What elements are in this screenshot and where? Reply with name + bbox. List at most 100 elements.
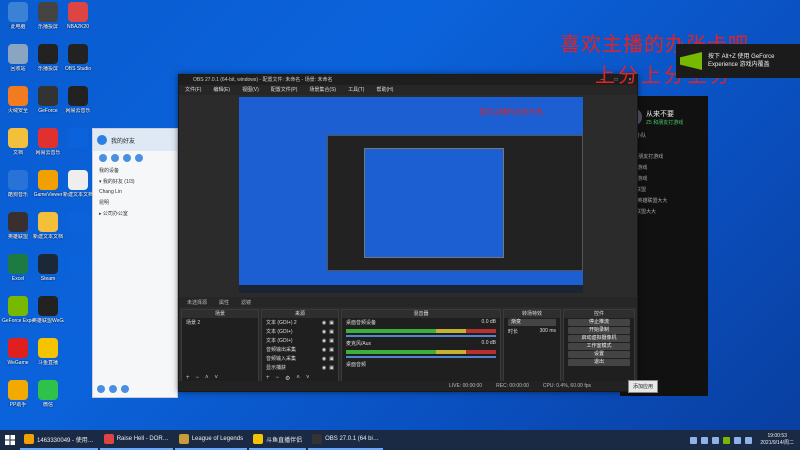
desktop-icon[interactable]: 火绒安全 bbox=[2, 86, 34, 114]
start-button[interactable] bbox=[0, 430, 20, 450]
visibility-icon[interactable]: ◉ bbox=[322, 356, 326, 362]
visibility-icon[interactable]: ◉ bbox=[322, 347, 326, 353]
desktop-icon[interactable] bbox=[62, 212, 94, 234]
visibility-icon[interactable]: ◉ bbox=[322, 338, 326, 344]
lock-icon[interactable]: ▣ bbox=[329, 347, 334, 353]
control-button[interactable]: 设置 bbox=[568, 351, 630, 358]
obs-preview[interactable]: 喜欢主播的办张卡吧。 bbox=[239, 97, 583, 293]
desktop-icon[interactable]: OBS Studio bbox=[62, 44, 94, 72]
visibility-icon[interactable]: ◉ bbox=[322, 365, 326, 371]
source-label: 音频输出采集 bbox=[266, 347, 297, 353]
menu-item[interactable]: 视图(V) bbox=[242, 85, 259, 95]
menu-item[interactable]: 编辑(E) bbox=[213, 85, 230, 95]
source-item[interactable]: 音频输入采集 ◉ ▣ bbox=[262, 354, 338, 363]
desktop-icon[interactable]: 网易云音乐 bbox=[62, 86, 94, 114]
transition-select[interactable]: 渐变 bbox=[508, 319, 556, 326]
taskbar-item[interactable]: League of Legends bbox=[174, 430, 248, 450]
lock-icon[interactable]: ▣ bbox=[329, 338, 334, 344]
taskbar-label: League of Legends bbox=[191, 436, 244, 442]
space-icon[interactable] bbox=[123, 154, 131, 162]
desktop-icon[interactable]: 微信 bbox=[32, 380, 64, 408]
visibility-icon[interactable]: ◉ bbox=[322, 320, 326, 326]
source-item[interactable]: 音频输出采集 ◉ ▣ bbox=[262, 345, 338, 354]
desktop-icon[interactable]: GameViewer bbox=[32, 170, 64, 198]
desktop-icon[interactable]: 乐播投屏 bbox=[32, 44, 64, 72]
control-button[interactable]: 工作室模式 bbox=[568, 343, 630, 350]
desktop-icon[interactable]: 酷狗音乐 bbox=[2, 170, 34, 198]
control-button[interactable]: 退出 bbox=[568, 359, 630, 366]
desktop-icon[interactable]: NBA2K20 bbox=[62, 2, 94, 30]
source-item[interactable]: 文本 (GDI+) ◉ ▣ bbox=[262, 327, 338, 336]
contacts-icon[interactable] bbox=[99, 154, 107, 162]
control-button[interactable]: 停止推流 bbox=[568, 319, 630, 326]
filters-button[interactable]: 滤镜 bbox=[241, 299, 251, 306]
app-icon bbox=[38, 2, 58, 22]
taskbar-item[interactable]: 1463330049 - 使用… bbox=[20, 430, 98, 450]
taskbar-item[interactable]: 斗鱼直播伴侣 bbox=[249, 430, 307, 450]
menu-icon[interactable] bbox=[97, 385, 105, 393]
visibility-icon[interactable]: ◉ bbox=[322, 329, 326, 335]
menu-item[interactable]: 场景集合(S) bbox=[309, 85, 336, 95]
tray-icon[interactable] bbox=[690, 436, 698, 444]
duration-value[interactable]: 300 ms bbox=[540, 328, 556, 335]
tray-icon[interactable] bbox=[712, 436, 720, 444]
contact-item[interactable]: 我的设备 bbox=[93, 165, 177, 176]
menu-item[interactable]: 帮助(H) bbox=[376, 85, 393, 95]
desktop-icon[interactable]: 文档 bbox=[2, 128, 34, 156]
desktop-icon[interactable] bbox=[62, 128, 94, 150]
desktop-icon[interactable]: 英雄联盟 bbox=[2, 212, 34, 240]
menu-item[interactable]: 文件(F) bbox=[185, 85, 201, 95]
scene-item[interactable]: 场景 2 bbox=[182, 318, 258, 327]
desktop-icon[interactable]: Steam bbox=[32, 254, 64, 282]
volume-slider[interactable] bbox=[346, 335, 496, 337]
desktop-icon[interactable]: WeGame bbox=[2, 338, 34, 366]
settings-icon[interactable] bbox=[109, 385, 117, 393]
lock-icon[interactable]: ▣ bbox=[329, 320, 334, 326]
desktop-icon[interactable]: 此电脑 bbox=[2, 2, 34, 30]
mail-icon[interactable] bbox=[135, 154, 143, 162]
desktop-icon[interactable] bbox=[62, 254, 94, 276]
volume-icon[interactable] bbox=[745, 436, 753, 444]
taskbar-item[interactable]: Raise Hell - DOR… bbox=[99, 430, 173, 450]
desktop-icon[interactable] bbox=[62, 296, 94, 318]
desktop-icon[interactable]: 回收站 bbox=[2, 44, 34, 72]
qq-avatar-icon[interactable] bbox=[97, 135, 107, 145]
desktop-icon[interactable]: 英雄联盟WeGame bbox=[32, 296, 64, 324]
desktop-icon[interactable] bbox=[62, 380, 94, 402]
contact-item[interactable]: Chang Lin bbox=[93, 187, 177, 197]
desktop-icon[interactable]: Excel bbox=[2, 254, 34, 282]
group-icon[interactable] bbox=[111, 154, 119, 162]
lock-icon[interactable]: ▣ bbox=[329, 356, 334, 362]
menu-item[interactable]: 工具(T) bbox=[348, 85, 364, 95]
desktop-icon[interactable]: 新建文本文档 bbox=[62, 170, 94, 198]
lock-icon[interactable]: ▣ bbox=[329, 329, 334, 335]
desktop-icon[interactable]: 网易云音乐 bbox=[32, 128, 64, 156]
properties-button[interactable]: 属性 bbox=[219, 299, 229, 306]
apps-icon[interactable] bbox=[121, 385, 129, 393]
desktop-icon[interactable]: GeForce Experience bbox=[2, 296, 34, 324]
desktop-icon[interactable]: GeForce bbox=[32, 86, 64, 114]
nvidia-tray-icon[interactable] bbox=[723, 436, 731, 444]
desktop-icon[interactable]: 斗鱼直播 bbox=[32, 338, 64, 366]
desktop-icon[interactable]: 新建文本文档 bbox=[32, 212, 64, 240]
tray-icon[interactable] bbox=[701, 436, 709, 444]
network-icon[interactable] bbox=[734, 436, 742, 444]
source-label: 文本 (GDI+) 2 bbox=[266, 320, 297, 326]
source-item[interactable]: 文本 (GDI+) 2 ◉ ▣ bbox=[262, 318, 338, 327]
volume-slider[interactable] bbox=[346, 356, 496, 358]
control-button[interactable]: 启动虚拟摄像机 bbox=[568, 335, 630, 342]
desktop-icon[interactable] bbox=[62, 338, 94, 360]
menu-item[interactable]: 配置文件(P) bbox=[271, 85, 298, 95]
contact-item[interactable]: 昆明 bbox=[93, 197, 177, 208]
taskbar-label: Raise Hell - DOR… bbox=[116, 436, 169, 442]
source-item[interactable]: 文本 (GDI+) ◉ ▣ bbox=[262, 336, 338, 345]
clock[interactable]: 19:00:53 2021/9/14/周二 bbox=[760, 433, 794, 447]
desktop-icon[interactable]: PP助手 bbox=[2, 380, 34, 408]
desktop-icon[interactable]: 乐播投屏 bbox=[32, 2, 64, 30]
source-item[interactable]: 显示捕获 ◉ ▣ bbox=[262, 363, 338, 372]
control-button[interactable]: 开始录制 bbox=[568, 327, 630, 334]
contact-item[interactable]: ▾ 我的好友 (1/3) bbox=[93, 176, 177, 187]
taskbar-item[interactable]: OBS 27.0.1 (64 bi… bbox=[308, 430, 383, 450]
lock-icon[interactable]: ▣ bbox=[329, 365, 334, 371]
contact-item[interactable]: ▸ 公司办公室 bbox=[93, 208, 177, 219]
